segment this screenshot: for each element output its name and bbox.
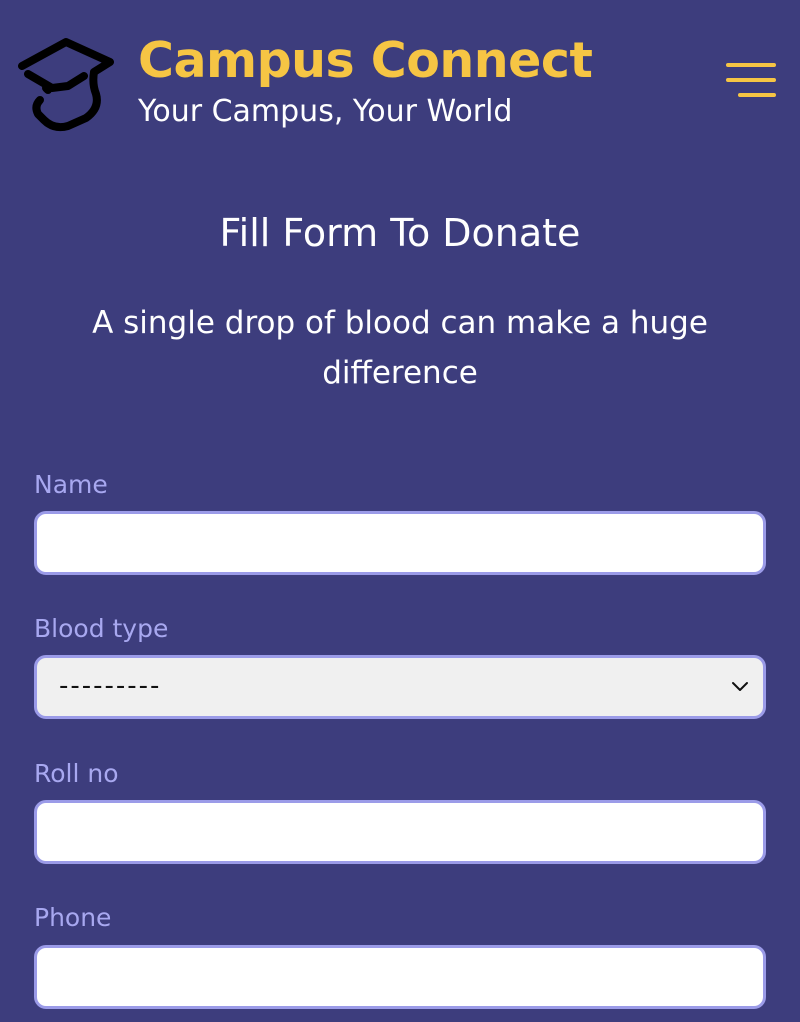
graduation-cap-icon[interactable] <box>14 22 126 134</box>
phone-label: Phone <box>34 903 112 932</box>
form-title: Fill Form To Donate <box>219 211 581 255</box>
phone-input[interactable] <box>34 945 766 1009</box>
app-header: Campus Connect Your Campus, Your World <box>0 0 800 150</box>
roll-no-label: Roll no <box>34 759 119 788</box>
blood-type-label: Blood type <box>34 614 169 643</box>
name-label: Name <box>34 470 108 499</box>
name-input[interactable] <box>34 511 766 575</box>
menu-line-top <box>726 63 776 67</box>
hamburger-menu-icon[interactable] <box>722 58 778 104</box>
roll-no-input[interactable] <box>34 800 766 864</box>
form-subtitle: A single drop of blood can make a huge d… <box>92 305 708 391</box>
menu-line-middle <box>726 78 776 82</box>
brand-tagline: Your Campus, Your World <box>138 94 513 129</box>
chevron-down-icon <box>732 682 748 691</box>
menu-line-bottom <box>738 93 776 97</box>
brand-title[interactable]: Campus Connect <box>138 28 593 94</box>
blood-type-select[interactable]: --------- <box>34 655 766 719</box>
blood-type-selected-value: --------- <box>59 671 162 701</box>
